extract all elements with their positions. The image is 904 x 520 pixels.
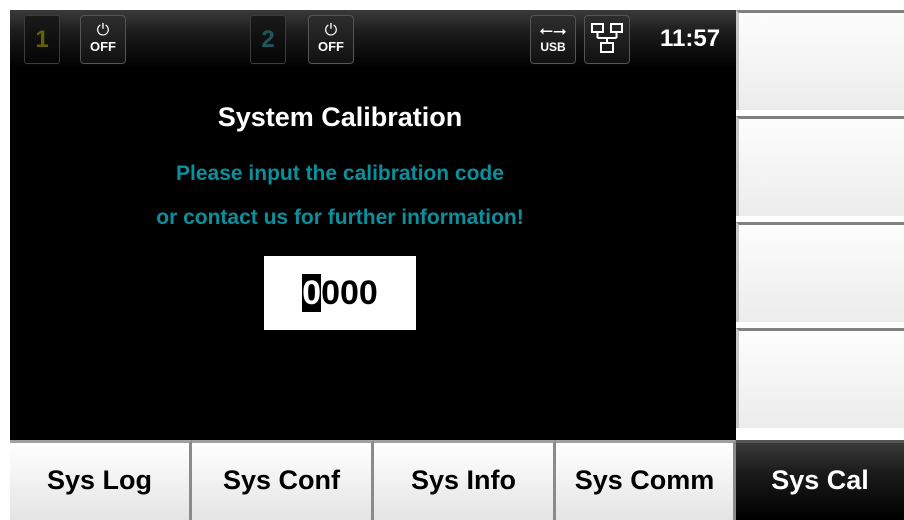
page-title: System Calibration [217, 102, 463, 132]
menu-sys-log[interactable]: Sys Log [10, 440, 192, 520]
calibration-code-input[interactable]: 0000 [264, 256, 416, 330]
softkey-3[interactable] [736, 222, 904, 322]
channel-1-number: 1 [35, 26, 49, 53]
code-remaining-digits: 000 [321, 274, 378, 312]
instruction-line-2: or contact us for further information! [156, 206, 524, 229]
softkey-4[interactable] [736, 328, 904, 428]
network-status [584, 15, 630, 64]
calibration-panel: System Calibration Please input the cali… [10, 68, 736, 442]
channel-1-indicator[interactable]: 1 [24, 15, 60, 64]
bottom-menu: Sys Log Sys Conf Sys Info Sys Comm Sys C… [10, 440, 904, 520]
instruction-line-1: Please input the calibration code [176, 162, 504, 185]
channel-2-power-label: OFF [318, 39, 344, 54]
softkey-1[interactable] [736, 10, 904, 110]
clock: 11:57 [660, 25, 721, 52]
code-cursor-digit: 0 [302, 274, 322, 312]
menu-sys-comm[interactable]: Sys Comm [556, 440, 736, 520]
instrument-screen: 1 ⏻ OFF 2 ⏻ OFF ⭠⭢ USB 11:57 System Cali… [10, 10, 904, 520]
power-icon: ⏻ [324, 22, 338, 39]
power-icon: ⏻ [96, 22, 110, 39]
channel-1-power-label: OFF [90, 39, 116, 54]
channel-2-number: 2 [261, 26, 275, 53]
channel-1-power-button[interactable]: ⏻ OFF [80, 15, 126, 64]
channel-2-indicator[interactable]: 2 [250, 15, 286, 64]
usb-label: USB [540, 40, 566, 54]
usb-icon: ⭠⭢ [539, 21, 567, 40]
channel-2-power-button[interactable]: ⏻ OFF [308, 15, 354, 64]
status-bar: 1 ⏻ OFF 2 ⏻ OFF ⭠⭢ USB 11:57 [10, 10, 736, 68]
menu-sys-info[interactable]: Sys Info [374, 440, 556, 520]
menu-sys-cal[interactable]: Sys Cal [736, 440, 904, 520]
usb-status: ⭠⭢ USB [530, 15, 576, 64]
softkey-2[interactable] [736, 116, 904, 216]
menu-sys-conf[interactable]: Sys Conf [192, 440, 374, 520]
network-icon [591, 23, 623, 53]
